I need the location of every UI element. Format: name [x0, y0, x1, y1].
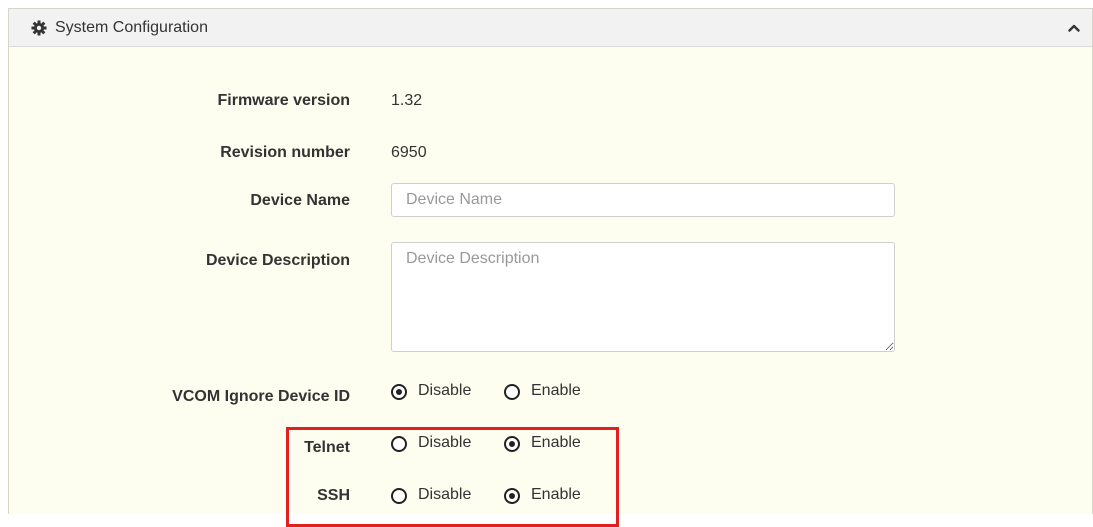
- device-description-input[interactable]: [391, 242, 895, 352]
- vcom-disable-label: Disable: [418, 382, 472, 399]
- device-name-label: Device Name: [250, 192, 350, 209]
- panel-title: System Configuration: [55, 19, 208, 36]
- ssh-enable-label: Enable: [531, 486, 581, 503]
- vcom-disable-radio[interactable]: Disable: [391, 381, 491, 403]
- chevron-up-icon: [1068, 24, 1080, 32]
- ssh-enable-radio[interactable]: Enable: [504, 485, 604, 507]
- ssh-label: SSH: [317, 487, 350, 504]
- device-description-label: Device Description: [205, 252, 350, 269]
- vcom-ignore-device-id-label: VCOM Ignore Device ID: [172, 388, 350, 405]
- radio-checked-icon: [504, 488, 520, 504]
- radio-unchecked-icon: [391, 488, 407, 504]
- panel-header[interactable]: System Configuration: [9, 9, 1092, 47]
- gear-icon: [31, 20, 47, 36]
- radio-checked-icon: [391, 384, 407, 400]
- firmware-version-label: Firmware version: [217, 92, 351, 109]
- device-name-input[interactable]: [391, 183, 895, 217]
- firmware-version-value: 1.32: [391, 92, 423, 109]
- telnet-enable-radio[interactable]: Enable: [504, 433, 604, 455]
- vcom-enable-radio[interactable]: Enable: [504, 381, 604, 403]
- radio-checked-icon: [504, 436, 520, 452]
- radio-unchecked-icon: [504, 384, 520, 400]
- telnet-disable-radio[interactable]: Disable: [391, 433, 491, 455]
- revision-number-value: 6950: [391, 144, 427, 161]
- telnet-enable-label: Enable: [531, 434, 581, 451]
- revision-number-label: Revision number: [220, 144, 350, 161]
- telnet-label: Telnet: [304, 439, 350, 456]
- ssh-disable-radio[interactable]: Disable: [391, 485, 491, 507]
- radio-unchecked-icon: [391, 436, 407, 452]
- system-configuration-panel: System Configuration Firmware version 1.…: [8, 8, 1093, 527]
- telnet-disable-label: Disable: [418, 434, 472, 451]
- vcom-enable-label: Enable: [531, 382, 581, 399]
- ssh-disable-label: Disable: [418, 486, 472, 503]
- collapse-button[interactable]: [1056, 9, 1092, 47]
